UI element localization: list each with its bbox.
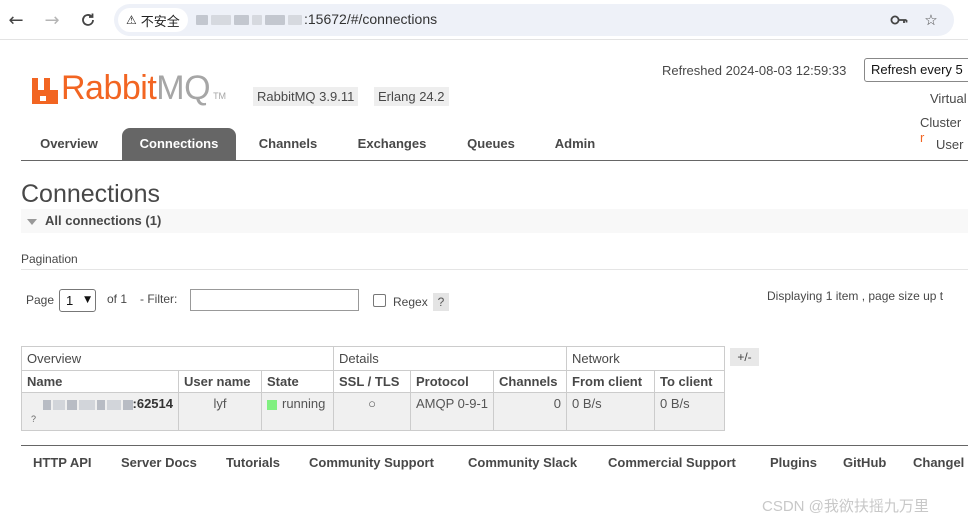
key-icon[interactable] xyxy=(888,9,910,31)
tab-channels[interactable]: Channels xyxy=(246,128,330,160)
col-to-client[interactable]: To client xyxy=(654,370,726,393)
logo-mq: MQ xyxy=(156,69,211,107)
page-label: Page xyxy=(26,293,55,307)
logo-trademark: TM xyxy=(213,91,227,101)
security-indicator[interactable]: ⚠ 不安全 xyxy=(118,8,188,32)
footer-link-changelog[interactable]: Changel xyxy=(913,455,964,470)
group-details: Details xyxy=(332,346,568,371)
col-from-client[interactable]: From client xyxy=(566,370,656,393)
regex-label: Regex xyxy=(393,295,428,309)
page-title: Connections xyxy=(21,180,160,208)
connection-name-link[interactable]: :62514 ? xyxy=(21,392,179,431)
cell-from-client: 0 B/s xyxy=(566,392,656,431)
pagination-label: Pagination xyxy=(21,252,78,266)
table-row[interactable]: :62514 ? lyf running ○ AMQP 0-9-1 0 0 B/… xyxy=(21,392,726,431)
virtual-host-label: Virtual xyxy=(930,91,967,106)
chevron-down-icon: ▼ xyxy=(84,295,91,305)
col-name[interactable]: Name xyxy=(21,370,179,393)
logo-brand: Rabbit xyxy=(61,69,157,107)
col-state[interactable]: State xyxy=(261,370,334,393)
regex-help-button[interactable]: ? xyxy=(433,293,449,311)
tab-queues[interactable]: Queues xyxy=(456,128,526,160)
col-ssl-tls[interactable]: SSL / TLS xyxy=(333,370,411,393)
footer-link-github[interactable]: GitHub xyxy=(843,455,886,470)
warning-icon: ⚠ xyxy=(126,13,137,27)
footer-link-community-support[interactable]: Community Support xyxy=(309,455,434,470)
url-host-redacted xyxy=(196,12,302,28)
footer-link-commercial-support[interactable]: Commercial Support xyxy=(608,455,736,470)
footer-link-plugins[interactable]: Plugins xyxy=(770,455,817,470)
address-bar[interactable]: ⚠ 不安全 :15672/#/connections ☆ xyxy=(114,4,954,36)
tab-overview[interactable]: Overview xyxy=(21,128,117,160)
footer-link-http-api[interactable]: HTTP API xyxy=(33,455,92,470)
filter-input[interactable] xyxy=(190,289,359,311)
cell-ssl: ○ xyxy=(333,392,411,431)
refreshed-timestamp: Refreshed 2024-08-03 12:59:33 xyxy=(662,63,847,78)
cell-to-client: 0 B/s xyxy=(654,392,726,431)
connection-host-redacted xyxy=(42,399,133,410)
footer-divider xyxy=(21,445,968,446)
regex-checkbox[interactable] xyxy=(373,294,386,307)
running-status-icon xyxy=(267,399,277,410)
back-arrow-icon[interactable]: ← xyxy=(5,9,27,31)
star-icon[interactable]: ☆ xyxy=(920,9,942,31)
group-overview: Overview xyxy=(21,346,334,371)
cell-protocol: AMQP 0-9-1 xyxy=(409,392,495,431)
rabbitmq-version-badge: RabbitMQ 3.9.11 xyxy=(253,87,359,106)
filter-label: - Filter: xyxy=(140,292,178,306)
main-nav-tabs: Overview Connections Channels Exchanges … xyxy=(21,128,968,161)
erlang-version-badge: Erlang 24.2 xyxy=(374,87,449,106)
tab-exchanges[interactable]: Exchanges xyxy=(346,128,438,160)
page-select[interactable]: 1 ▼ xyxy=(59,289,96,312)
url-text: :15672/#/connections xyxy=(304,11,438,27)
all-connections-toggle[interactable]: All connections (1) xyxy=(21,209,968,233)
security-label: 不安全 xyxy=(140,13,180,29)
pagination-divider xyxy=(21,269,968,270)
col-user-name[interactable]: User name xyxy=(178,370,262,393)
rabbitmq-logo[interactable]: RabbitMQ TM xyxy=(32,69,227,107)
name-hint: ? xyxy=(31,414,37,424)
rabbit-mark-icon xyxy=(32,74,58,104)
collapse-triangle-icon xyxy=(27,218,37,225)
footer-link-server-docs[interactable]: Server Docs xyxy=(121,455,197,470)
cell-user: lyf xyxy=(178,392,262,431)
displaying-summary: Displaying 1 item , page size up t xyxy=(767,289,944,303)
reload-icon[interactable] xyxy=(77,9,99,31)
watermark-text: CSDN @我欲扶摇九万里 xyxy=(762,498,929,515)
page-count: of 1 xyxy=(107,292,128,306)
connections-table: Overview Details Network Name User name … xyxy=(21,346,726,431)
forward-arrow-icon[interactable]: → xyxy=(41,9,63,31)
refresh-interval-select[interactable]: Refresh every 5 xyxy=(864,58,968,82)
tab-connections[interactable]: Connections xyxy=(122,128,236,160)
tab-admin[interactable]: Admin xyxy=(544,128,606,160)
cell-channels: 0 xyxy=(493,392,568,431)
footer-link-community-slack[interactable]: Community Slack xyxy=(468,455,577,470)
cell-state: running xyxy=(261,392,334,431)
col-protocol[interactable]: Protocol xyxy=(409,370,495,393)
group-network: Network xyxy=(566,346,726,371)
columns-toggle-button[interactable]: +/- xyxy=(730,348,759,366)
browser-toolbar: ← → ⚠ 不安全 :15672/#/connections ☆ xyxy=(0,0,968,40)
col-channels[interactable]: Channels xyxy=(493,370,568,393)
footer-link-tutorials[interactable]: Tutorials xyxy=(226,455,280,470)
